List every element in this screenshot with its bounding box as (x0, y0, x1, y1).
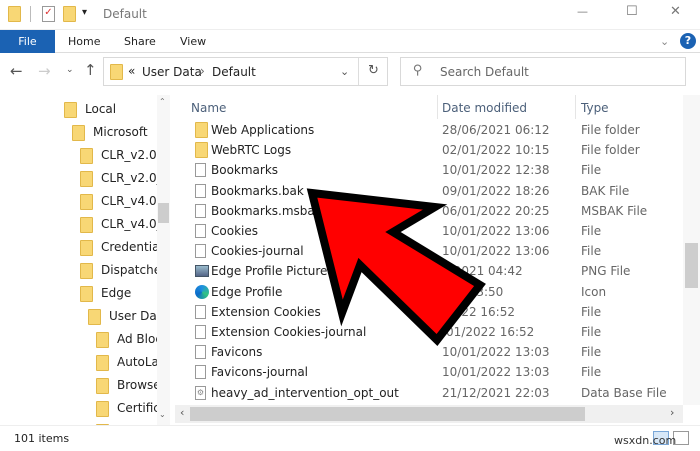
arrow-shape (306, 188, 486, 346)
watermark: wsxdn.com (614, 434, 677, 447)
status-bar: 101 items wsxdn.com (0, 425, 700, 451)
item-count: 101 items (14, 432, 70, 445)
red-arrow-annotation (306, 188, 486, 346)
